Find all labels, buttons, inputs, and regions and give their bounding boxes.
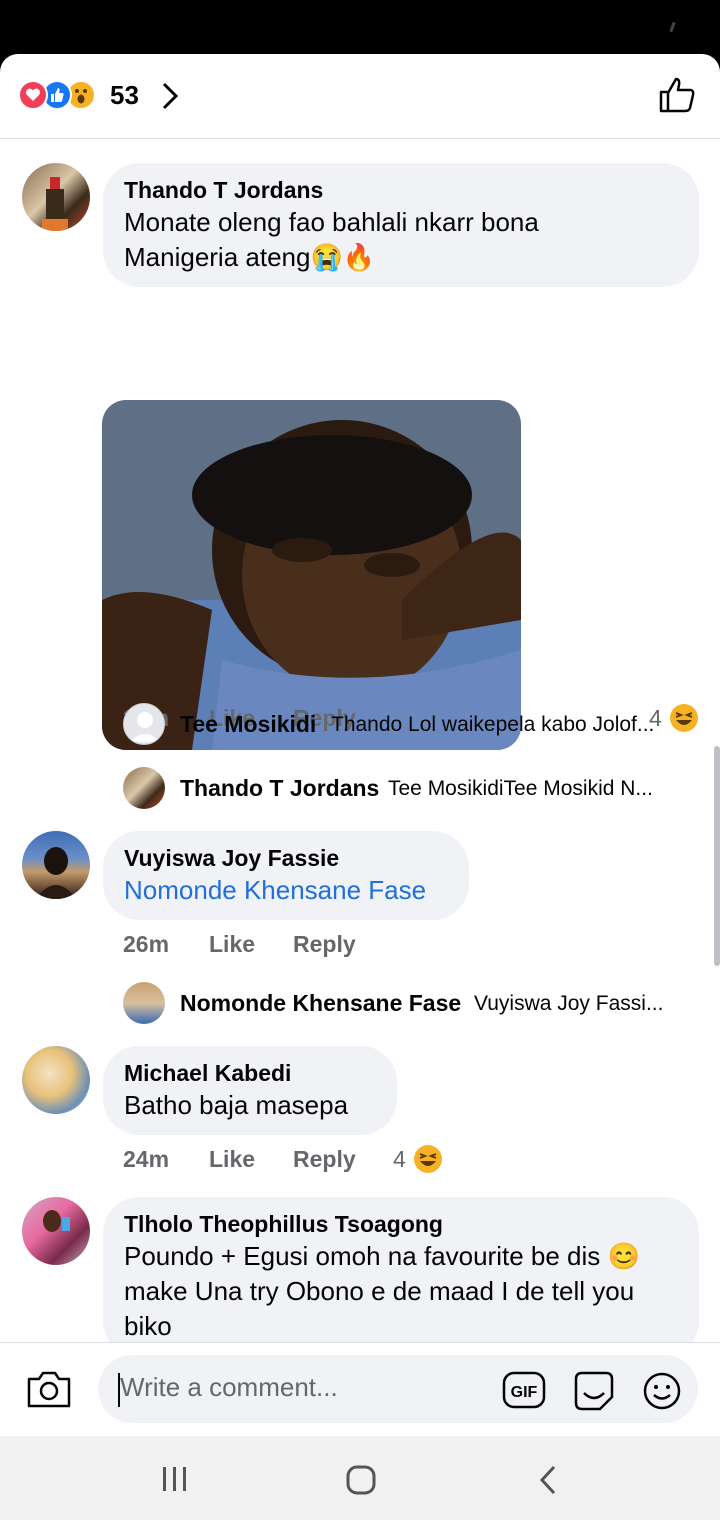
reply[interactable]: Thando T Jordans Tee MosikidiTee Mosikid… <box>123 767 693 811</box>
home-icon[interactable] <box>345 1464 377 1496</box>
reply-text: Tee MosikidiTee Mosikid N... <box>388 777 653 800</box>
reply-author[interactable]: Nomonde Khensane Fase <box>180 990 461 1017</box>
reply-author[interactable]: Thando T Jordans <box>180 775 379 802</box>
comment-text-line: Poundo + Egusi omoh na favourite be dis … <box>124 1241 640 1271</box>
svg-text:GIF: GIF <box>511 1384 538 1401</box>
comment-text-line: Batho baja masepa <box>124 1090 349 1120</box>
status-bar <box>0 0 720 54</box>
recent-apps-icon[interactable] <box>160 1464 190 1494</box>
reaction-count: 4 <box>393 1146 406 1172</box>
avatar[interactable] <box>22 1046 90 1114</box>
comment-text-line: Manigeria ateng😭🔥 <box>124 242 376 272</box>
comment-text-line: make Una try Obono e de maad I de tell y… <box>124 1276 635 1306</box>
reply-author[interactable]: Tee Mosikidi <box>180 711 316 738</box>
comment-author[interactable]: Vuyiswa Joy Fassie <box>124 843 447 873</box>
comment-bubble[interactable]: Thando T Jordans Monate oleng fao bahlal… <box>103 163 699 287</box>
like-link[interactable]: Like <box>209 931 255 958</box>
laughing-emoji-icon[interactable] <box>414 1145 442 1173</box>
reply-link[interactable]: Reply <box>293 1146 356 1173</box>
back-icon[interactable] <box>536 1464 560 1496</box>
comment-meta: 26m Like Reply <box>0 931 720 961</box>
reply[interactable]: Tee Mosikidi Thando Lol waikepela kabo J… <box>123 703 693 747</box>
avatar[interactable] <box>123 982 165 1024</box>
comment-input[interactable]: Write a comment... GIF <box>98 1355 698 1423</box>
comment-bubble[interactable]: Michael Kabedi Batho baja masepa <box>103 1046 397 1135</box>
tagged-user-link[interactable]: Nomonde Khensane Fase <box>124 873 447 908</box>
camera-icon[interactable] <box>26 1369 72 1409</box>
chevron-right-icon <box>162 82 179 110</box>
reply-link[interactable]: Reply <box>293 931 356 958</box>
reaction-icons <box>18 80 108 112</box>
comment-time: 24m <box>123 1146 170 1172</box>
comment-bubble[interactable]: Tlholo Theophillus Tsoagong Poundo + Egu… <box>103 1197 699 1357</box>
sticker-icon[interactable] <box>572 1371 616 1411</box>
comment-time: 26m <box>123 931 170 957</box>
comment-photo[interactable] <box>102 400 521 750</box>
default-avatar-icon[interactable] <box>123 703 165 745</box>
comments-sheet: 53 Thando T Jordans Monate oleng fao bah… <box>0 54 720 1436</box>
avatar[interactable] <box>22 831 90 899</box>
comment-meta: 24m Like Reply <box>0 1146 720 1176</box>
comment-composer: Write a comment... GIF <box>0 1342 720 1436</box>
like-thumb-icon[interactable] <box>658 76 696 114</box>
reply-text: Thando Lol waikepela kabo Jolof... <box>331 713 655 736</box>
reply[interactable]: Nomonde Khensane Fase Vuyiswa Joy Fassi.… <box>123 982 693 1026</box>
comment-author[interactable]: Michael Kabedi <box>124 1058 375 1088</box>
comment-placeholder: Write a comment... <box>120 1372 338 1402</box>
reaction-count: 53 <box>110 80 139 110</box>
like-link[interactable]: Like <box>209 1146 255 1173</box>
comment-text-line: Monate oleng fao bahlali nkarr bona <box>124 207 539 237</box>
love-icon <box>18 80 48 110</box>
comment-author[interactable]: Tlholo Theophillus Tsoagong <box>124 1209 677 1239</box>
comment-author[interactable]: Thando T Jordans <box>124 175 677 205</box>
avatar[interactable] <box>22 1197 90 1265</box>
comment-text-line: biko <box>124 1311 172 1341</box>
signal-icon <box>669 21 676 33</box>
comment-bubble[interactable]: Vuyiswa Joy Fassie Nomonde Khensane Fase <box>103 831 469 920</box>
avatar[interactable] <box>22 163 90 231</box>
gif-icon[interactable]: GIF <box>502 1371 546 1409</box>
emoji-icon[interactable] <box>642 1371 682 1411</box>
avatar[interactable] <box>123 767 165 809</box>
system-navigation-bar <box>0 1436 720 1520</box>
reply-text: Vuyiswa Joy Fassi... <box>474 992 664 1015</box>
reactions-bar[interactable]: 53 <box>0 54 720 139</box>
